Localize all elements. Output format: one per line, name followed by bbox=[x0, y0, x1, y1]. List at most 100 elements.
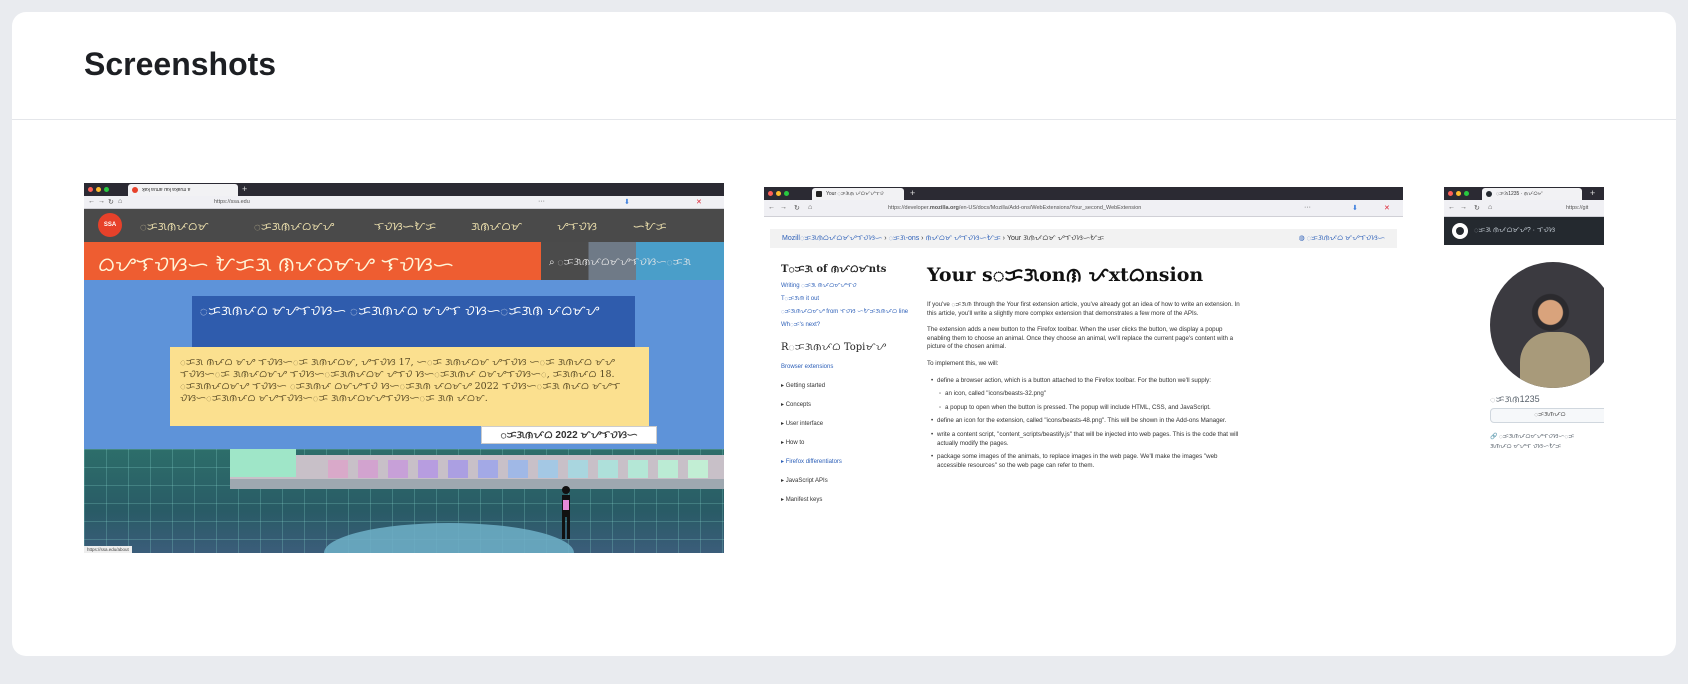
screenshot-1[interactable]: ʞɐʞ ɐɾɯɐ ɾɐʞ ɐʞɐɾɯ ɐ + ← → ↻ ⌂ https://s… bbox=[84, 183, 724, 553]
download-icon: ⬇ bbox=[624, 199, 630, 206]
minimize-dot-icon bbox=[96, 187, 101, 192]
gallery-wall bbox=[230, 455, 724, 479]
nav-search[interactable]: ᜀᜃᜄ ᜈᜉᜊᜋᜌ? · ᜎᜏᜐ bbox=[1474, 226, 1555, 236]
related-topic[interactable]: ▸ How to bbox=[781, 439, 911, 446]
browser-tab: ᜀᜃᜄ1235 · ᜈᜉᜊᜋ bbox=[1482, 188, 1582, 200]
card-header: Screenshots bbox=[12, 12, 1676, 120]
address-bar: ← → ↻ ⌂ https://developer.mozilla.org/en… bbox=[764, 200, 1403, 217]
gallery-tile bbox=[658, 460, 678, 478]
toc-link[interactable]: Whᜀᜃ's next? bbox=[781, 322, 911, 329]
browser-tab: ʞɐʞ ɐɾɯɐ ɾɐʞ ɐʞɐɾɯ ɐ bbox=[128, 184, 238, 196]
gallery-tile bbox=[418, 460, 438, 478]
gallery-tile bbox=[388, 460, 408, 478]
minimize-dot-icon bbox=[1456, 191, 1461, 196]
related-topic[interactable]: ▸ Firefox differentiators bbox=[781, 458, 911, 465]
home-icon: ⌂ bbox=[118, 198, 123, 205]
profile-meta-line: 🔗 ᜀᜃᜄᜈᜉᜊᜋᜌᜎᜏᜐᜑᜀᜃ bbox=[1490, 434, 1575, 440]
address-bar: ← → ↻ ⌂ https://ssa.edu ··· ⬇ ✕ bbox=[84, 196, 724, 209]
related-topic[interactable]: Browser extensions bbox=[781, 364, 911, 370]
toc-link[interactable]: ᜀᜃᜄᜈᜉᜊᜋᜌ from ᜎᜏᜐ ᜑᜀᜃᜄᜈᜉᜊ line bbox=[781, 309, 911, 316]
site-title-bar: ᜊᜌᜎᜏᜐᜑ ᜀᜃᜄ ᜈᜉᜊᜋᜌ ᜎᜏᜐᜑ ⌕ ᜀᜃᜄᜈᜉᜊᜋᜌᜎᜏᜐᜑᜀᜃᜄ bbox=[84, 242, 724, 280]
article: Your sᜀᜃᜄonᜈ ᜉxtᜊnsion If you've ᜀᜃᜄᜈ th… bbox=[927, 261, 1247, 475]
address-bar: ← → ↻ ⌂ https://git bbox=[1444, 200, 1604, 217]
article-paragraph: To implement this, we will: bbox=[927, 359, 999, 367]
breadcrumb-current: Your ᜄᜈᜉᜊᜋ ᜌᜎᜏᜐᜑᜀᜃ bbox=[1006, 235, 1105, 242]
search-placeholder: ⌕ ᜀᜃᜄᜈᜉᜊᜋᜌᜎᜏᜐᜑᜀᜃᜄ bbox=[549, 257, 691, 268]
maximize-dot-icon bbox=[784, 191, 789, 196]
nav-item: ᜀᜃᜄᜈᜉᜊᜋ bbox=[140, 220, 209, 233]
browser-tabbar: ʞɐʞ ɐɾɯɐ ɾɐʞ ɐʞɐɾɯ ɐ + bbox=[84, 183, 724, 196]
nav-item: ᜑᜀᜃ bbox=[633, 220, 667, 233]
related-topic[interactable]: ▸ JavaScript APIs bbox=[781, 477, 911, 484]
github-navbar: ᜀᜃᜄ ᜈᜉᜊᜋᜌ? · ᜎᜏᜐ bbox=[1444, 217, 1604, 245]
language-selector[interactable]: ◍ ᜀᜃᜄᜈᜉᜊ ᜋᜌᜎᜏᜐᜑ bbox=[1299, 229, 1385, 248]
page-url: https://developer.mozilla.org/en-US/docs… bbox=[888, 205, 1142, 211]
article-paragraph: If you've ᜀᜃᜄᜈ through the Your first ex… bbox=[927, 301, 1240, 317]
notice-text: ᜀᜃᜄ ᜈᜉᜊ ᜋᜌ ᜎᜏᜐᜑᜀᜃ ᜄᜈᜉᜊᜋ, ᜌᜎᜏᜐ 17, ᜑᜀᜃ ᜄᜈ… bbox=[180, 357, 621, 404]
minimize-dot-icon bbox=[776, 191, 781, 196]
screenshot-2[interactable]: Your ᜀᜃᜄᜈ ᜉᜊᜋᜌᜎᜏ + ← → ↻ ⌂ https://devel… bbox=[764, 187, 1403, 552]
favicon-icon bbox=[132, 187, 138, 193]
new-tab-icon: + bbox=[242, 184, 248, 194]
gallery-tile bbox=[508, 460, 528, 478]
related-topic[interactable]: ▸ User interface bbox=[781, 420, 911, 427]
follow-button[interactable]: ᜀᜃᜄᜈᜉᜊ bbox=[1490, 408, 1604, 423]
gallery-tile bbox=[448, 460, 468, 478]
breadcrumb: Mozillᜀᜃᜄᜈᜊᜉᜊᜋᜌᜎᜏᜐᜑ › ᜀᜃᜄ-ons › ᜈᜉᜊᜋ ᜌᜎᜏ… bbox=[770, 229, 1397, 248]
virtual-scene bbox=[84, 449, 724, 553]
hero-banner: ᜀᜃᜄᜈᜉᜊ ᜋᜌᜎᜏᜐᜑ ᜀᜃᜄᜈᜉᜊ ᜋᜌᜎ ᜏᜐᜑᜀᜃᜄᜈ ᜉᜊᜋᜌ bbox=[192, 296, 635, 347]
avatar-photo-detail bbox=[1520, 332, 1590, 388]
nav-item: ᜎᜏᜐᜑᜀᜃ bbox=[374, 220, 437, 233]
gallery-tile bbox=[478, 460, 498, 478]
site-logo: SSA NYC bbox=[98, 213, 122, 252]
notice-box: ᜀᜃᜄ ᜈᜉᜊ ᜋᜌ ᜎᜏᜐᜑᜀᜃ ᜄᜈᜉᜊᜋ, ᜌᜎᜏᜐ 17, ᜑᜀᜃ ᜄᜈ… bbox=[170, 347, 649, 426]
favicon-icon bbox=[1486, 191, 1492, 197]
browser-tab: Your ᜀᜃᜄᜈ ᜉᜊᜋᜌᜎᜏ bbox=[812, 188, 904, 200]
list-item: write a content script, "content_scripts… bbox=[931, 431, 1247, 448]
list-item: an icon, called "icons/beasts-32.png" bbox=[939, 390, 1247, 399]
profile-meta: 🔗 ᜀᜃᜄᜈᜉᜊᜋᜌᜎᜏᜐᜑᜀᜃ ᜄᜈᜉᜊ ᜋᜌᜎ ᜏᜐᜑᜀᜃ bbox=[1490, 432, 1604, 452]
site-search: ⌕ ᜀᜃᜄᜈᜉᜊᜋᜌᜎᜏᜐᜑᜀᜃᜄ bbox=[541, 242, 724, 280]
github-logo-icon bbox=[1452, 223, 1468, 239]
close-dot-icon bbox=[768, 191, 773, 196]
article-paragraph: The extension adds a new button to the F… bbox=[927, 326, 1234, 351]
breadcrumb-item[interactable]: ᜀᜃᜄ-ons bbox=[889, 235, 920, 242]
breadcrumb-item[interactable]: Mozillᜀᜃᜄᜈᜊᜉᜊᜋᜌᜎᜏᜐᜑ bbox=[782, 235, 882, 242]
more-icon: ··· bbox=[1304, 204, 1311, 211]
list-item: package some images of the animals, to r… bbox=[931, 453, 1247, 470]
extension-icon: ✕ bbox=[1384, 205, 1390, 212]
nav-item: ᜌᜎᜏᜐ bbox=[557, 220, 597, 233]
home-icon: ⌂ bbox=[808, 204, 813, 211]
reload-icon: ↻ bbox=[794, 205, 800, 212]
maximize-dot-icon bbox=[1464, 191, 1469, 196]
related-topic[interactable]: ▸ Manifest keys bbox=[781, 496, 911, 503]
gallery-tile bbox=[328, 460, 348, 478]
more-icon: ··· bbox=[538, 198, 545, 205]
sidebar: Tᜀᜃᜄ of ᜈᜉᜊᜋnts Writing ᜀᜃᜄ ᜈᜉᜊᜋᜌᜎᜏ Tᜀᜃᜄ… bbox=[781, 261, 911, 515]
forward-icon: → bbox=[98, 198, 105, 205]
toc-link[interactable]: Tᜀᜃᜄᜈ it out bbox=[781, 296, 911, 303]
profile-username: ᜀᜃᜄᜈ1235 bbox=[1490, 394, 1540, 404]
nav-item: ᜀᜃᜄᜈᜉᜊᜋᜌ bbox=[254, 220, 334, 233]
article-title: Your sᜀᜃᜄonᜈ ᜉxtᜊnsion bbox=[927, 264, 1204, 286]
close-dot-icon bbox=[1448, 191, 1453, 196]
related-topic[interactable]: ▸ Getting started bbox=[781, 382, 911, 389]
maximize-dot-icon bbox=[104, 187, 109, 192]
close-dot-icon bbox=[88, 187, 93, 192]
download-icon: ⬇ bbox=[1352, 205, 1358, 212]
gallery-wall-base bbox=[230, 479, 724, 489]
extension-icon: ✕ bbox=[696, 199, 702, 206]
related-topic[interactable]: ▸ Concepts bbox=[781, 401, 911, 408]
screenshot-3[interactable]: ᜀᜃᜄ1235 · ᜈᜉᜊᜋ + ← → ↻ ⌂ https://git ᜀᜃᜄ… bbox=[1444, 187, 1604, 553]
breadcrumb-item[interactable]: ᜈᜉᜊᜋ ᜌᜎᜏᜐᜑᜀᜃ bbox=[925, 235, 1000, 242]
status-bar-url: https://ssa.edu/about bbox=[84, 546, 132, 553]
window-controls bbox=[88, 187, 109, 192]
new-tab-icon: + bbox=[910, 188, 916, 198]
date-label: ᜀᜃᜄᜈᜉᜊ 2022 ᜋᜌᜎᜏᜐᜑ bbox=[481, 426, 657, 444]
list-item: define an icon for the extension, called… bbox=[931, 417, 1247, 426]
toc-heading: Tᜀᜃᜄ of ᜈᜉᜊᜋnts bbox=[781, 264, 887, 275]
toc-link[interactable]: Writing ᜀᜃᜄ ᜈᜉᜊᜋᜌᜎᜏ bbox=[781, 283, 911, 290]
banner-text: ᜀᜃᜄᜈᜉᜊ ᜋᜌᜎᜏᜐᜑ ᜀᜃᜄᜈᜉᜊ ᜋᜌᜎ ᜏᜐᜑᜀᜃᜄᜈ ᜉᜊᜋᜌ bbox=[200, 304, 600, 319]
forward-icon: → bbox=[780, 204, 787, 211]
browser-tabbar: ᜀᜃᜄ1235 · ᜈᜉᜊᜋ + bbox=[1444, 187, 1604, 200]
